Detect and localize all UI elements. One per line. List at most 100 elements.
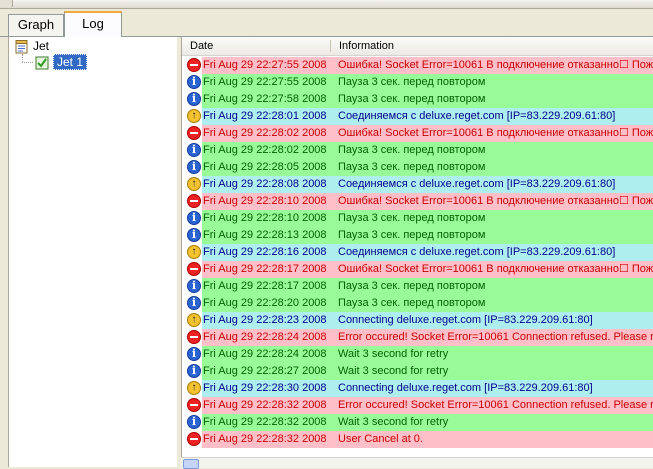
log-date: Fri Aug 29 22:28:30 2008 <box>203 382 327 394</box>
column-header-date[interactable]: Date <box>190 37 213 55</box>
log-date: Fri Aug 29 22:28:24 2008 <box>203 348 327 360</box>
column-header-information[interactable]: Information <box>339 37 394 55</box>
log-message: Пауза 3 сек. перед повтором <box>338 212 486 224</box>
log-message: Connecting deluxe.reget.com [IP=83.229.2… <box>338 314 593 326</box>
log-row[interactable]: Fri Aug 29 22:28:17 2008 Пауза 3 сек. пер… <box>182 278 653 295</box>
top-scrollbar[interactable] <box>0 0 653 9</box>
tree-root-label: Jet <box>33 39 50 53</box>
tab-log[interactable]: Log <box>64 11 122 37</box>
log-row[interactable]: Fri Aug 29 22:28:32 2008 User Cancel at 0… <box>182 431 653 448</box>
tree-item-jet[interactable]: Jet <box>15 38 49 54</box>
log-date: Fri Aug 29 22:28:02 2008 <box>203 127 327 139</box>
info-icon <box>187 75 201 89</box>
log-row[interactable]: Fri Aug 29 22:28:02 2008 Пауза 3 сек. пер… <box>182 142 653 159</box>
log-message: Пауза 3 сек. перед повтором <box>338 297 486 309</box>
info-icon <box>187 415 201 429</box>
error-stop-icon <box>187 262 201 276</box>
log-row[interactable]: Fri Aug 29 22:28:30 2008 Connecting delux… <box>182 380 653 397</box>
error-stop-icon <box>187 432 201 446</box>
log-date: Fri Aug 29 22:27:55 2008 <box>203 76 327 88</box>
log-date: Fri Aug 29 22:28:08 2008 <box>203 178 327 190</box>
log-date: Fri Aug 29 22:28:32 2008 <box>203 399 327 411</box>
tree-connector <box>22 54 24 62</box>
log-date: Fri Aug 29 22:28:27 2008 <box>203 365 327 377</box>
tree-connector <box>22 62 33 64</box>
log-date: Fri Aug 29 22:28:16 2008 <box>203 246 327 258</box>
info-icon <box>187 347 201 361</box>
log-row[interactable]: Fri Aug 29 22:28:08 2008 Соединяемся с de… <box>182 176 653 193</box>
horizontal-scrollbar[interactable] <box>181 457 653 469</box>
tab-graph[interactable]: Graph <box>8 14 64 36</box>
log-message: Error occured! Socket Error=10061 Connec… <box>338 399 653 411</box>
log-message: Пауза 3 сек. перед повтором <box>338 280 486 292</box>
log-message: Пауза 3 сек. перед повтором <box>338 144 486 156</box>
log-list[interactable]: Date Information Fri Aug 29 22:27:55 200… <box>181 37 653 467</box>
tree-item-jet-1[interactable]: Jet 1 <box>35 54 88 70</box>
log-message: Ошибка! Socket Error=10061 В подключение… <box>338 263 653 275</box>
log-message: Wait 3 second for retry <box>338 416 449 428</box>
log-date: Fri Aug 29 22:28:05 2008 <box>203 161 327 173</box>
connect-arrow-icon <box>187 109 201 123</box>
log-row[interactable]: Fri Aug 29 22:28:24 2008 Error occured! S… <box>182 329 653 346</box>
task-check-icon <box>35 56 49 70</box>
log-row[interactable]: Fri Aug 29 22:28:20 2008 Пауза 3 сек. пер… <box>182 295 653 312</box>
log-date: Fri Aug 29 22:28:17 2008 <box>203 263 327 275</box>
info-icon <box>187 228 201 242</box>
error-stop-icon <box>187 126 201 140</box>
log-row[interactable]: Fri Aug 29 22:28:10 2008 Пауза 3 сек. пер… <box>182 210 653 227</box>
log-row[interactable]: Fri Aug 29 22:28:32 2008 Error occured! S… <box>182 397 653 414</box>
connect-arrow-icon <box>187 381 201 395</box>
log-row[interactable]: Fri Aug 29 22:28:27 2008 Wait 3 second fo… <box>182 363 653 380</box>
log-message: Соединяемся с deluxe.reget.com [IP=83.22… <box>338 178 616 190</box>
log-row[interactable]: Fri Aug 29 22:27:55 2008 Пауза 3 сек. пер… <box>182 74 653 91</box>
log-date: Fri Aug 29 22:28:20 2008 <box>203 297 327 309</box>
log-message: Connecting deluxe.reget.com [IP=83.229.2… <box>338 382 593 394</box>
log-row[interactable]: Fri Aug 29 22:28:10 2008 Ошибка! Socket E… <box>182 193 653 210</box>
log-row[interactable]: Fri Aug 29 22:28:32 2008 Wait 3 second fo… <box>182 414 653 431</box>
log-date: Fri Aug 29 22:28:32 2008 <box>203 433 327 445</box>
log-row[interactable]: Fri Aug 29 22:28:13 2008 Пауза 3 сек. пер… <box>182 227 653 244</box>
info-icon <box>187 211 201 225</box>
log-date: Fri Aug 29 22:28:17 2008 <box>203 280 327 292</box>
scroll-button[interactable] <box>0 0 13 7</box>
job-list-icon <box>15 40 28 54</box>
log-row[interactable]: Fri Aug 29 22:28:05 2008 Пауза 3 сек. пер… <box>182 159 653 176</box>
info-icon <box>187 279 201 293</box>
log-row[interactable]: Fri Aug 29 22:28:16 2008 Соединяемся с de… <box>182 244 653 261</box>
info-icon <box>187 143 201 157</box>
log-date: Fri Aug 29 22:28:10 2008 <box>203 212 327 224</box>
error-stop-icon <box>187 58 201 72</box>
connect-arrow-icon <box>187 313 201 327</box>
log-message: Соединяемся с deluxe.reget.com [IP=83.22… <box>338 110 616 122</box>
tree-child-label: Jet 1 <box>53 54 88 70</box>
log-date: Fri Aug 29 22:28:32 2008 <box>203 416 327 428</box>
log-message: Wait 3 second for retry <box>338 365 449 377</box>
log-row[interactable]: Fri Aug 29 22:28:02 2008 Ошибка! Socket E… <box>182 125 653 142</box>
log-message: Ошибка! Socket Error=10061 В подключение… <box>338 195 653 207</box>
info-icon <box>187 160 201 174</box>
log-row[interactable]: Fri Aug 29 22:28:01 2008 Соединяемся с de… <box>182 108 653 125</box>
log-row[interactable]: Fri Aug 29 22:27:58 2008 Пауза 3 сек. пер… <box>182 91 653 108</box>
log-message: Пауза 3 сек. перед повтором <box>338 229 486 241</box>
error-stop-icon <box>187 194 201 208</box>
log-row[interactable]: Fri Aug 29 22:27:55 2008 Ошибка! Socket E… <box>182 57 653 74</box>
log-row[interactable]: Fri Aug 29 22:28:23 2008 Connecting delux… <box>182 312 653 329</box>
job-tree[interactable]: Jet Jet 1 <box>8 37 178 467</box>
error-stop-icon <box>187 398 201 412</box>
log-row[interactable]: Fri Aug 29 22:28:24 2008 Wait 3 second fo… <box>182 346 653 363</box>
log-message: Пауза 3 сек. перед повтором <box>338 76 486 88</box>
tab-strip: Graph Log <box>0 10 653 37</box>
log-message: Соединяемся с deluxe.reget.com [IP=83.22… <box>338 246 616 258</box>
error-stop-icon <box>187 330 201 344</box>
scrollbar-thumb[interactable] <box>183 459 199 469</box>
log-date: Fri Aug 29 22:27:58 2008 <box>203 93 327 105</box>
log-message: Ошибка! Socket Error=10061 В подключение… <box>338 127 653 139</box>
column-separator[interactable] <box>330 40 331 52</box>
log-date: Fri Aug 29 22:28:02 2008 <box>203 144 327 156</box>
log-message: Wait 3 second for retry <box>338 348 449 360</box>
log-header: Date Information <box>182 37 653 56</box>
log-message: Пауза 3 сек. перед повтором <box>338 161 486 173</box>
log-row[interactable]: Fri Aug 29 22:28:17 2008 Ошибка! Socket E… <box>182 261 653 278</box>
log-date: Fri Aug 29 22:28:13 2008 <box>203 229 327 241</box>
log-date: Fri Aug 29 22:28:10 2008 <box>203 195 327 207</box>
